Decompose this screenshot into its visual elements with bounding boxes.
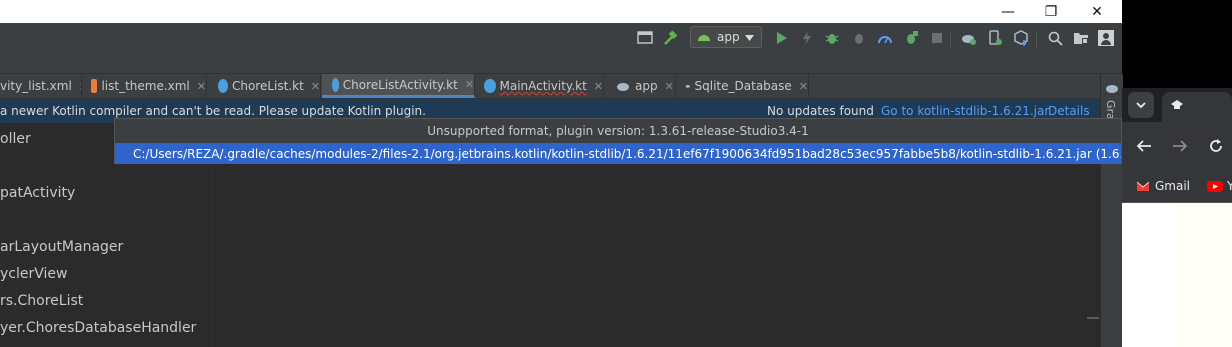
- tab-label: ChoreListActivity.kt: [342, 77, 458, 92]
- kotlin-file-icon: [332, 77, 339, 92]
- go-to-jar-link[interactable]: Go to kotlin-stdlib-1.6.21.jar: [881, 104, 1049, 118]
- bookmarks-bar: Gmail Y: [1122, 172, 1232, 203]
- user-account-icon[interactable]: [1097, 29, 1115, 47]
- tab-label: app: [635, 79, 658, 93]
- right-tool-strip: Gra: [1100, 74, 1123, 347]
- list-item[interactable]: arLayoutManager: [0, 239, 123, 255]
- device-manager-icon[interactable]: [636, 29, 654, 47]
- gradle-icon: [617, 83, 629, 91]
- tab-label: ChoreList.kt: [231, 79, 304, 93]
- page-margin: [1122, 203, 1176, 347]
- close-icon[interactable]: ✕: [311, 80, 320, 93]
- project-structure-icon[interactable]: [1072, 29, 1090, 47]
- tab-label: Sqlite_Database: [694, 79, 792, 93]
- unsupported-format-popup: Unsupported format, plugin version: 1.3.…: [114, 118, 1122, 164]
- youtube-icon: [1207, 180, 1223, 192]
- attach-debugger-icon[interactable]: [850, 29, 868, 47]
- list-item[interactable]: yclerView: [0, 266, 67, 282]
- toolbar-separator: [950, 31, 951, 49]
- back-arrow-icon[interactable]: [1136, 139, 1152, 153]
- bookmark-label: Y: [1227, 179, 1232, 193]
- popup-list-item-selected[interactable]: C:/Users/REZA/.gradle/caches/modules-2/f…: [115, 143, 1121, 164]
- browser-tab-bar: [1122, 88, 1232, 122]
- forward-arrow-icon[interactable]: [1172, 139, 1188, 153]
- debug-attach-process-icon[interactable]: [902, 29, 920, 47]
- stop-icon[interactable]: [928, 29, 946, 47]
- bookmark-youtube[interactable]: Y: [1207, 179, 1232, 193]
- close-icon[interactable]: ✕: [799, 80, 808, 93]
- gmail-icon: [1136, 181, 1150, 191]
- banner-status: No updates found: [767, 104, 874, 118]
- tab-label: MainActivity.kt: [499, 79, 587, 93]
- title-bar: — ❐ ✕: [0, 0, 1122, 23]
- run-configuration-select[interactable]: app: [690, 26, 762, 48]
- chevron-down-icon: [745, 35, 754, 41]
- editor-area[interactable]: [213, 165, 1100, 347]
- toolbar-separator: [1036, 31, 1037, 49]
- tab-label: list_theme.xml: [101, 79, 190, 93]
- background-area: [1122, 0, 1232, 88]
- list-item[interactable]: patActivity: [0, 185, 75, 201]
- close-icon[interactable]: ✕: [465, 78, 474, 91]
- browser-page-content[interactable]: [1122, 203, 1232, 347]
- tab-search-button[interactable]: [1128, 92, 1154, 118]
- browser-tab[interactable]: [1162, 92, 1232, 122]
- sdk-manager-icon[interactable]: [1012, 29, 1030, 47]
- close-icon[interactable]: ✕: [665, 80, 674, 93]
- reload-icon[interactable]: [1208, 138, 1224, 154]
- minimize-button[interactable]: —: [985, 0, 1031, 23]
- tab-list-theme-xml[interactable]: list_theme.xml ✕: [83, 74, 207, 98]
- bookmark-gmail[interactable]: Gmail: [1136, 179, 1190, 193]
- debug-icon[interactable]: [823, 29, 841, 47]
- details-link[interactable]: Details: [1048, 104, 1090, 118]
- search-icon[interactable]: [1046, 29, 1064, 47]
- tab-label: vity_list.xml: [0, 79, 72, 93]
- editor-tab-bar: vity_list.xml ✕ list_theme.xml ✕ ChoreLi…: [0, 74, 1100, 99]
- android-icon: [698, 35, 710, 41]
- gradle-tool-window-button[interactable]: Gra: [1104, 100, 1117, 120]
- list-item[interactable]: rs.ChoreList: [0, 293, 83, 309]
- xml-file-icon: [91, 79, 98, 93]
- maximize-button[interactable]: ❐: [1028, 0, 1074, 23]
- tab-sqlite-database-gradle[interactable]: Sqlite_Database ✕: [677, 74, 809, 98]
- gradle-icon: [685, 84, 690, 88]
- kotlin-file-icon: [218, 79, 228, 93]
- browser-toolbar: [1122, 122, 1232, 172]
- close-icon[interactable]: ✕: [594, 80, 603, 93]
- list-item[interactable]: yer.ChoresDatabaseHandler: [0, 320, 196, 336]
- apply-changes-icon[interactable]: [798, 29, 816, 47]
- profiler-icon[interactable]: [876, 29, 894, 47]
- tab-chorelistactivity-kt[interactable]: ChoreListActivity.kt ✕: [322, 74, 475, 98]
- tab-chorelist-kt[interactable]: ChoreList.kt ✕: [208, 74, 321, 98]
- close-window-button[interactable]: ✕: [1074, 0, 1120, 23]
- tab-mainactivity-kt[interactable]: MainActivity.kt ✕: [476, 74, 604, 98]
- tab-activity-list-xml[interactable]: vity_list.xml ✕: [0, 74, 82, 98]
- chevron-down-icon: [1136, 101, 1146, 108]
- list-item[interactable]: oller: [0, 131, 31, 147]
- avd-manager-icon[interactable]: [986, 29, 1004, 47]
- tab-app-gradle[interactable]: app ✕: [605, 74, 676, 98]
- close-icon[interactable]: ✕: [197, 80, 206, 93]
- site-favicon-icon: [1171, 100, 1183, 109]
- bookmark-label: Gmail: [1155, 179, 1191, 193]
- sync-gradle-icon[interactable]: [960, 29, 978, 47]
- kotlin-file-icon: [484, 79, 496, 93]
- ide-toolbar: app: [0, 23, 1122, 74]
- popup-header: Unsupported format, plugin version: 1.3.…: [427, 124, 809, 138]
- run-configuration-label: app: [717, 30, 740, 44]
- build-hammer-icon[interactable]: [662, 29, 680, 47]
- scroll-marker: [1087, 317, 1099, 319]
- banner-message: a newer Kotlin compiler and can't be rea…: [0, 104, 426, 118]
- close-icon[interactable]: ✕: [79, 80, 81, 93]
- gradle-icon[interactable]: [1104, 82, 1120, 94]
- run-icon[interactable]: [773, 29, 791, 47]
- jar-path: C:/Users/REZA/.gradle/caches/modules-2/f…: [133, 146, 1121, 161]
- editor-scrollbar[interactable]: [1085, 165, 1099, 347]
